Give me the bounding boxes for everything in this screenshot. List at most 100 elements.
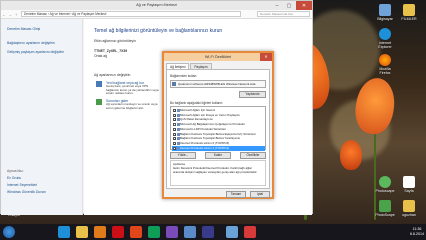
setup-connection-desc: Geniş bant, çevirmeli veya VPN bağlantıs… xyxy=(106,84,159,96)
description-group: Açıklama İletim Denetimi Protokolü/İnter… xyxy=(170,160,266,186)
clock-date: 6.6.2014 xyxy=(410,231,424,236)
protocol-label: İnternet Protokolü sürüm 6 (TCP/IPv6) xyxy=(180,140,230,145)
install-button[interactable]: Yükle... xyxy=(170,152,196,159)
ie-taskbar-icon[interactable] xyxy=(58,226,70,238)
network-component-icon xyxy=(177,113,180,117)
checkbox[interactable] xyxy=(173,123,176,127)
adapter-name: Qualcomm Atheros AR9485WB-EG Wireless Ne… xyxy=(170,80,266,88)
app-taskbar-icon[interactable] xyxy=(166,226,178,238)
photoscape-icon xyxy=(379,176,391,188)
protocol-label: Bağlantı Katmanı Topolojisi Bulma Eşleyi… xyxy=(180,131,256,136)
desktop-icon[interactable]: PhotoScape xyxy=(374,200,396,217)
network-component-icon xyxy=(177,132,180,136)
network-component-icon xyxy=(177,127,180,131)
properties-button[interactable]: Özellikler xyxy=(240,152,266,159)
taskbar: 11:36 6.6.2014 xyxy=(0,224,426,240)
checkbox[interactable]: ✓ xyxy=(173,146,177,150)
active-networks-label: Etkin ağlarınızı görüntüleyin xyxy=(94,39,136,43)
explorer-taskbar-icon[interactable] xyxy=(76,226,88,238)
network-adapter-icon xyxy=(172,82,176,86)
firefox-icon xyxy=(379,54,391,66)
network-component-icon xyxy=(177,141,180,145)
computer-icon xyxy=(379,4,391,16)
title-bar[interactable]: Ağ ve Paylaşım Merkezi – ▢ ✕ xyxy=(1,1,312,10)
chrome-taskbar-icon[interactable] xyxy=(148,226,160,238)
desktop-icon[interactable]: Bilgisayar xyxy=(374,4,396,21)
media-player-taskbar-icon[interactable] xyxy=(202,226,214,238)
protocol-label: QoS Paket Zamanlayıcısı xyxy=(180,117,213,122)
minimize-button[interactable]: – xyxy=(271,1,283,10)
search-input[interactable]: Denetim Masası'nda Ara xyxy=(257,11,310,17)
protocol-list-item[interactable]: ✓ İnternet Protokolü sürüm 4 (TCP/IPv4) xyxy=(172,145,265,151)
media-taskbar-icon[interactable] xyxy=(94,226,106,238)
checkbox[interactable]: ✓ xyxy=(173,118,177,122)
troubleshoot-desc: Ağ sorunlarını tanılayın ve onarın veya … xyxy=(106,102,158,110)
tulip-flower xyxy=(340,140,362,170)
dialog-title: Wi-Fi Özellikleri xyxy=(204,55,232,59)
desktop-icon[interactable]: Mozilla Firefox xyxy=(374,54,396,75)
sidebar-item-homegroup[interactable]: Ev Grubu xyxy=(7,176,81,180)
checkbox[interactable]: ✓ xyxy=(173,132,177,136)
sidebar-item-internet-options[interactable]: İnternet Seçenekleri xyxy=(7,183,81,187)
checkbox[interactable]: ✓ xyxy=(173,113,177,117)
sidebar-home-link[interactable]: Denetim Masası Girişi xyxy=(7,27,81,31)
start-button[interactable] xyxy=(3,226,15,238)
folder-icon xyxy=(403,4,415,16)
network-window-taskbar-icon[interactable] xyxy=(226,226,238,238)
adapter-name-text: Qualcomm Atheros AR9485WB-EG Wireless Ne… xyxy=(178,82,256,86)
connect-using-label: Bağlanırken kullan: xyxy=(170,74,198,78)
sidebar-item-adapter-settings[interactable]: Bağdaştırıcı ayarlarını değiştirin xyxy=(7,41,81,45)
items-label: Bu bağlantı aşağıdaki öğeleri kullanır: xyxy=(170,101,224,105)
desktop-icon[interactable]: FİLMLER xyxy=(398,4,420,21)
change-settings-label: Ağ ayarlarınızı değiştirin xyxy=(94,73,131,77)
desktop-icon[interactable]: Photoscape xyxy=(374,176,396,193)
protocol-label: İnternet Protokolü sürüm 4 (TCP/IPv4) xyxy=(180,145,230,150)
ok-button[interactable]: Tamam xyxy=(226,191,246,198)
checkbox[interactable]: ✓ xyxy=(173,109,177,113)
camera-taskbar-icon[interactable] xyxy=(244,226,256,238)
wifi-properties-dialog: Wi-Fi Özellikleri ✕ Ağ İletişimi Paylaşı… xyxy=(162,51,274,199)
photoscape-icon xyxy=(379,200,391,212)
internet-explorer-icon xyxy=(379,28,391,40)
sidebar: Denetim Masası Girişi Bağdaştırıcı ayarl… xyxy=(1,19,83,215)
cancel-button[interactable]: İptal xyxy=(250,191,270,198)
up-arrow-icon[interactable]: ↑ xyxy=(13,12,19,17)
firefox-taskbar-icon[interactable] xyxy=(130,226,142,238)
sidebar-item-advanced-sharing[interactable]: Gelişmiş paylaşım ayarlarını değiştirin xyxy=(7,50,81,54)
desktop-icon[interactable]: oguzhan xyxy=(398,200,420,217)
configure-button[interactable]: Yapılandır xyxy=(239,91,266,98)
protocol-list[interactable]: ✓ Microsoft Ağları İçin İstemci ✓ Microsoft… xyxy=(170,106,266,151)
see-also-heading: Ayrıca bkz. xyxy=(7,169,24,173)
breadcrumb[interactable]: Denetim Masası › Ağ ve İnternet › Ağ ve … xyxy=(21,11,241,17)
troubleshoot-icon xyxy=(96,99,102,105)
dialog-body: Bağlanırken kullan: Qualcomm Atheros AR9… xyxy=(166,69,270,189)
uninstall-button[interactable]: Kaldır xyxy=(205,152,231,159)
user-folder-icon xyxy=(403,200,415,212)
address-bar: ← → ↑ Denetim Masası › Ağ ve İnternet › … xyxy=(1,10,312,19)
close-button[interactable]: ✕ xyxy=(296,1,312,10)
network-component-icon xyxy=(177,118,180,122)
checkbox[interactable]: ✓ xyxy=(173,137,177,141)
desktop-icon[interactable]: Sayfa xyxy=(398,176,420,193)
protocol-label: Microsoft LLDP Protokolü Sürücüsü xyxy=(180,126,226,131)
sidebar-item-firewall[interactable]: Windows Güvenlik Duvarı xyxy=(7,190,81,194)
desktop-icon[interactable]: Internet Explorer xyxy=(374,28,396,49)
network-type: Ortak ağ xyxy=(94,54,108,58)
checkbox[interactable]: ✓ xyxy=(173,127,177,131)
protocol-label: Bağlantı Katmanı Topolojisi Bulma Yanıtl… xyxy=(180,136,241,141)
window-title: Ağ ve Paylaşım Merkezi xyxy=(136,3,177,7)
network-component-icon xyxy=(177,146,180,150)
clock[interactable]: 11:36 6.6.2014 xyxy=(410,227,424,236)
checkbox[interactable]: ✓ xyxy=(173,141,177,145)
dialog-close-button[interactable]: ✕ xyxy=(260,53,272,61)
network-component-icon xyxy=(177,109,180,112)
maximize-button[interactable]: ▢ xyxy=(283,1,295,10)
protocol-label: Microsoft Ağları İçin İstemci xyxy=(180,108,216,112)
description-text: İletim Denetimi Protokolü/İnternet Proto… xyxy=(173,165,258,174)
control-panel-taskbar-icon[interactable] xyxy=(184,226,196,238)
network-name: TTNET_ZyXEL_7X39 xyxy=(94,49,128,53)
opera-taskbar-icon[interactable] xyxy=(112,226,124,238)
protocol-label: Microsoft Ağları için Dosya ve Yazıcı Pa… xyxy=(180,112,240,117)
network-component-icon xyxy=(177,137,180,141)
dialog-title-bar[interactable]: Wi-Fi Özellikleri ✕ xyxy=(164,53,272,61)
